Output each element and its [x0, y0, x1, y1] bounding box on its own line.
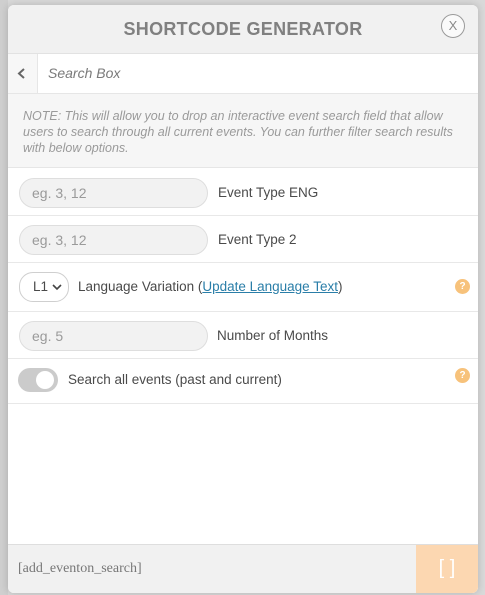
shortcode-output: [add_eventon_search]: [18, 561, 142, 576]
dialog-header: SHORTCODE GENERATOR X: [8, 5, 478, 54]
language-help-icon[interactable]: ?: [455, 279, 470, 294]
event-type-2-input[interactable]: [19, 225, 208, 255]
number-of-months-input[interactable]: [19, 321, 208, 351]
section-title: Search Box: [48, 65, 121, 81]
toggle-knob: [36, 371, 54, 389]
event-type-eng-label: Event Type ENG: [218, 185, 319, 200]
language-row: L1 Language Variation (Update Language T…: [8, 263, 478, 312]
dialog-title: SHORTCODE GENERATOR: [123, 19, 363, 39]
back-button[interactable]: [8, 54, 38, 93]
chevron-down-icon: [52, 284, 62, 291]
event-type-2-label: Event Type 2: [218, 232, 297, 247]
language-label-prefix: Language Variation (: [78, 279, 203, 294]
search-all-events-row: Search all events (past and current) ?: [8, 359, 478, 404]
event-type-row: Event Type ENG: [8, 169, 478, 216]
chevron-left-icon: [17, 68, 25, 79]
months-row: Number of Months: [8, 312, 478, 359]
number-of-months-label: Number of Months: [217, 328, 329, 343]
language-label: Language Variation (Update Language Text…: [78, 263, 342, 310]
shortcode-generator-dialog: SHORTCODE GENERATOR X Search Box NOTE: T…: [8, 5, 478, 593]
search-all-events-help-icon[interactable]: ?: [455, 368, 470, 383]
search-all-events-label: Search all events (past and current): [68, 372, 282, 387]
language-label-suffix: ): [337, 279, 343, 294]
copy-shortcode-button[interactable]: [ ]: [416, 545, 478, 593]
event-type-eng-input[interactable]: [19, 178, 208, 208]
event-type-2-row: Event Type 2: [8, 216, 478, 263]
search-all-events-toggle[interactable]: [18, 368, 58, 392]
close-button[interactable]: X: [441, 14, 465, 38]
info-note: NOTE: This will allow you to drop an int…: [8, 94, 478, 168]
language-select[interactable]: L1: [19, 272, 69, 302]
language-select-value: L1: [33, 279, 49, 294]
background-page: [0, 0, 8, 595]
update-language-text-link[interactable]: Update Language Text: [202, 279, 338, 294]
section-header: Search Box: [8, 54, 478, 94]
shortcode-footer: [add_eventon_search] [ ]: [8, 544, 478, 593]
